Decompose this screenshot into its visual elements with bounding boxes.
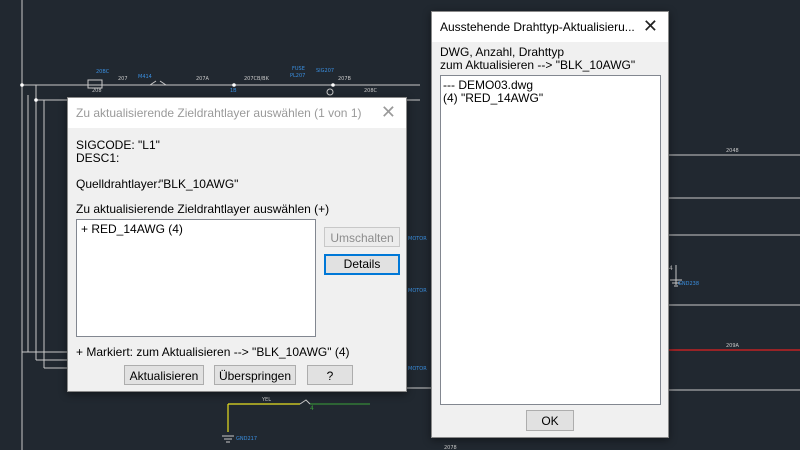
- cad-label: 1B: [230, 88, 237, 94]
- list-item[interactable]: --- DEMO03.dwg: [443, 78, 533, 92]
- close-icon[interactable]: ✕: [381, 103, 396, 121]
- cad-label: 208: [92, 88, 102, 94]
- cad-label: GND217: [236, 436, 257, 442]
- terminal-symbol: [87, 79, 103, 89]
- list-item[interactable]: + RED_14AWG (4): [81, 222, 183, 236]
- cad-label: 4: [310, 405, 314, 412]
- dialog-titlebar[interactable]: Ausstehende Drahttyp-Aktualisieru... ✕: [432, 12, 668, 42]
- cad-label: 207: [118, 76, 128, 82]
- dialog-title: Zu aktualisierende Zieldrahtlayer auswäh…: [76, 106, 362, 120]
- cad-label: PL207: [290, 73, 305, 79]
- help-button[interactable]: ?: [307, 365, 353, 385]
- desc1-label: DESC1:: [76, 151, 120, 165]
- dialog-titlebar[interactable]: Zu aktualisierende Zieldrahtlayer auswäh…: [68, 98, 406, 128]
- cad-label: SIG207: [316, 68, 334, 74]
- junction-dot: [232, 83, 236, 87]
- list-item[interactable]: (4) "RED_14AWG": [443, 91, 543, 105]
- sigcode-label: SIGCODE: "L1": [76, 138, 160, 152]
- marked-note: + Markiert: zum Aktualisieren --> "BLK_1…: [76, 345, 350, 359]
- cad-label: M414: [138, 74, 152, 80]
- select-wire-layer-dialog: Zu aktualisierende Zieldrahtlayer auswäh…: [67, 97, 407, 392]
- select-prompt-label: Zu aktualisierende Zieldrahtlayer auswäh…: [76, 202, 330, 216]
- cad-label: 2078: [444, 445, 457, 450]
- cad-label: 207B: [338, 76, 352, 82]
- cad-label: MOTOR: [408, 288, 427, 294]
- target-layer-listbox[interactable]: + RED_14AWG (4): [76, 219, 316, 337]
- details-button[interactable]: Details: [324, 254, 400, 275]
- source-layer-label: Quelldrahtlayer:: [76, 177, 161, 191]
- skip-button[interactable]: Überspringen: [214, 365, 296, 385]
- dialog-title: Ausstehende Drahttyp-Aktualisieru...: [440, 20, 635, 34]
- connector-symbol: [299, 399, 311, 405]
- cad-label: YEL: [261, 397, 271, 403]
- cad-label: FUSE: [292, 66, 305, 72]
- cad-label: MOTOR: [408, 236, 427, 242]
- contact-symbol: [149, 80, 167, 86]
- cad-label: MOTOR: [408, 366, 427, 372]
- pending-updates-dialog: Ausstehende Drahttyp-Aktualisieru... ✕ D…: [431, 11, 669, 438]
- pending-updates-listbox[interactable]: --- DEMO03.dwg (4) "RED_14AWG": [440, 75, 661, 405]
- cad-label: GND238: [678, 281, 699, 287]
- source-layer-value: "BLK_10AWG": [159, 177, 239, 191]
- cad-label: 4: [669, 265, 673, 272]
- update-button[interactable]: Aktualisieren: [124, 365, 204, 385]
- junction-dot: [20, 83, 24, 87]
- ok-button[interactable]: OK: [526, 410, 574, 431]
- junction-dot: [34, 98, 38, 102]
- lamp-symbol: [326, 88, 334, 96]
- junction-dot: [331, 83, 335, 87]
- close-icon[interactable]: ✕: [643, 17, 658, 35]
- cad-label: 207CB/BK: [244, 76, 270, 82]
- cad-label: 2048: [726, 148, 739, 154]
- toggle-button[interactable]: Umschalten: [324, 227, 400, 247]
- list-header-label: DWG, Anzahl, Drahttyp: [440, 45, 565, 59]
- update-target-label: zum Aktualisieren --> "BLK_10AWG": [440, 58, 636, 72]
- cad-label: 20BC: [96, 69, 110, 75]
- cad-label: 207A: [196, 76, 210, 82]
- ground-symbol: [222, 435, 234, 443]
- cad-label: 208C: [364, 88, 378, 94]
- cad-label: 209A: [726, 343, 740, 349]
